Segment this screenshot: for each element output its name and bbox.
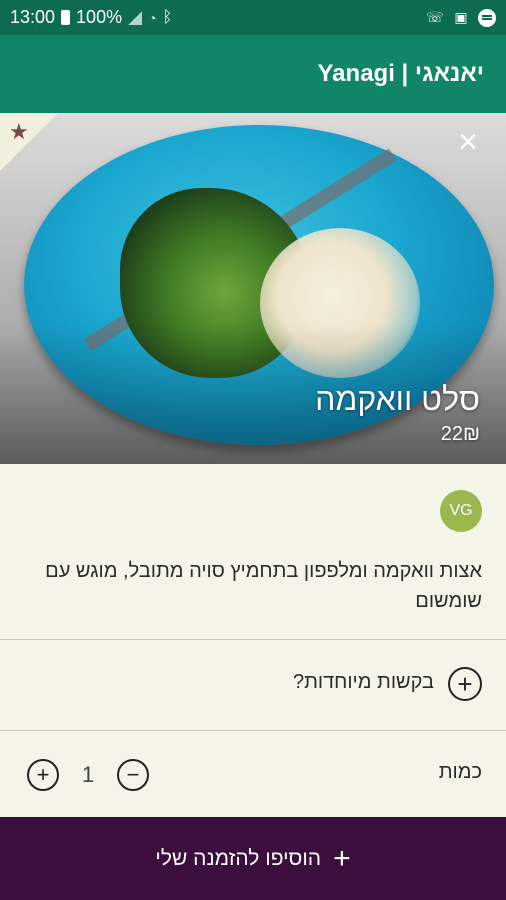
special-requests-row[interactable]: + בקשות מיוחדות?: [0, 640, 506, 730]
quantity-increase-button[interactable]: +: [27, 759, 59, 791]
quantity-decrease-button[interactable]: −: [117, 759, 149, 791]
vegan-badge: VG: [440, 490, 482, 532]
plus-circle-icon[interactable]: +: [448, 667, 482, 701]
app-bar: Yanagi | יאנאגי: [0, 35, 506, 113]
vegan-badge-label: VG: [449, 502, 473, 519]
special-requests-label: בקשות מיוחדות?: [292, 671, 434, 693]
dish-name: סלט וואקמה: [315, 381, 480, 417]
signal-icon: [128, 10, 143, 25]
add-to-order-button[interactable]: + הוסיפו להזמנה שלי: [0, 817, 506, 900]
dish-description: אצות וואקמה ומלפפון בתחמיץ סויה מתובל, מ…: [45, 560, 482, 612]
spotify-icon: [478, 8, 496, 27]
quantity-value: 1: [81, 762, 95, 787]
battery-level: 100%: [76, 7, 123, 27]
status-time: 13:00: [10, 7, 56, 27]
wifi-icon: ◔: [148, 9, 157, 26]
call-forward-icon: ☏: [426, 9, 444, 25]
bluetooth-icon: ᛒ: [162, 8, 173, 26]
app-title: Yanagi | יאנאגי: [317, 60, 485, 87]
dish-price: 22₪: [440, 423, 480, 445]
close-icon[interactable]: ×: [454, 125, 482, 159]
quantity-row: כמות − 1 +: [0, 731, 506, 817]
status-bar: 13:00 100% ◔ ᛒ ☏ ▣: [0, 0, 506, 35]
dish-image: ★ × סלט וואקמה 22₪: [0, 113, 506, 464]
star-icon[interactable]: ★: [9, 119, 29, 145]
plus-icon: +: [333, 841, 351, 875]
quantity-label: כמות: [438, 761, 482, 783]
add-to-order-label: הוסיפו להזמנה שלי: [155, 846, 322, 870]
battery-icon: [61, 10, 71, 25]
photo-icon: ▣: [454, 9, 468, 25]
